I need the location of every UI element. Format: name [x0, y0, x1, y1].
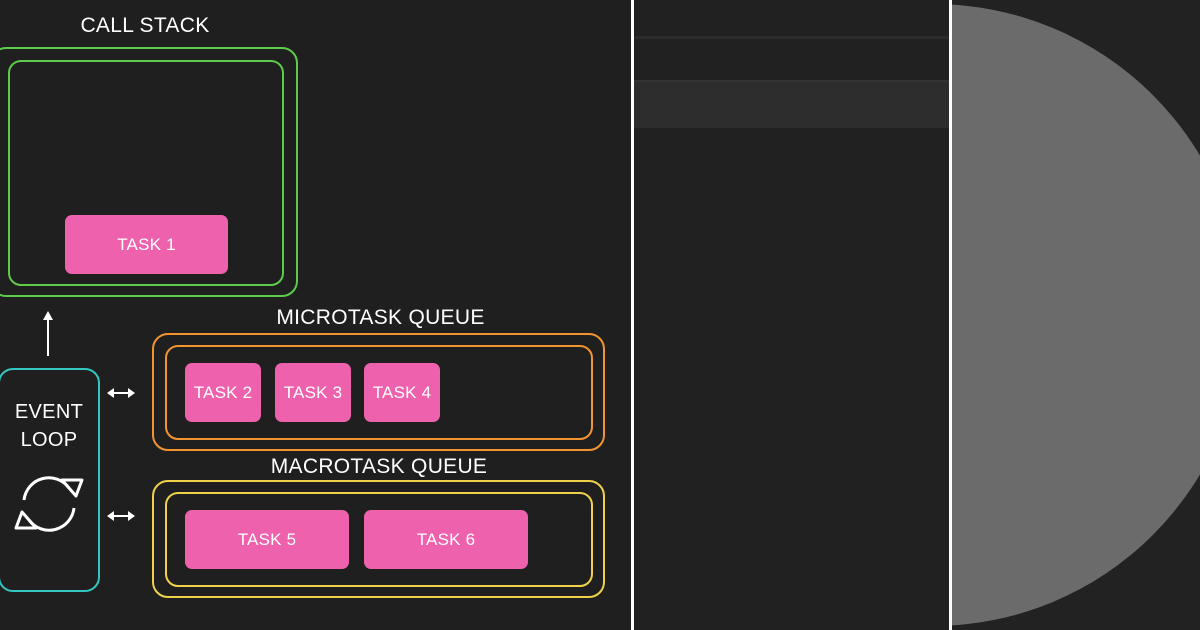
disc-panel — [952, 0, 1200, 630]
call-stack-task-1: TASK 1 — [65, 215, 228, 274]
double-arrow-icon — [107, 511, 135, 521]
image-collage: CALL STACK TASK 1 EVENT LOOP MICROTASK Q… — [0, 0, 1200, 630]
double-arrow-icon — [107, 388, 135, 398]
dark-ui-panel — [634, 0, 949, 630]
gray-circle — [952, 4, 1200, 626]
macrotask-task-6: TASK 6 — [364, 510, 528, 569]
microtask-task-3: TASK 3 — [275, 363, 351, 422]
arrow-up-icon — [43, 311, 53, 356]
macrotask-queue-title: MACROTASK QUEUE — [270, 455, 488, 478]
header-band — [634, 80, 949, 128]
circular-arrows-icon — [14, 476, 84, 532]
microtask-task-4: TASK 4 — [364, 363, 440, 422]
event-loop-label-line-2: LOOP — [20, 429, 78, 451]
event-loop-diagram: CALL STACK TASK 1 EVENT LOOP MICROTASK Q… — [0, 0, 631, 630]
divider — [634, 36, 949, 39]
microtask-task-2: TASK 2 — [185, 363, 261, 422]
event-loop-label-line-1: EVENT — [14, 401, 84, 423]
macrotask-task-5: TASK 5 — [185, 510, 349, 569]
microtask-queue-title: MICROTASK QUEUE — [276, 306, 485, 329]
call-stack-title: CALL STACK — [80, 14, 210, 37]
